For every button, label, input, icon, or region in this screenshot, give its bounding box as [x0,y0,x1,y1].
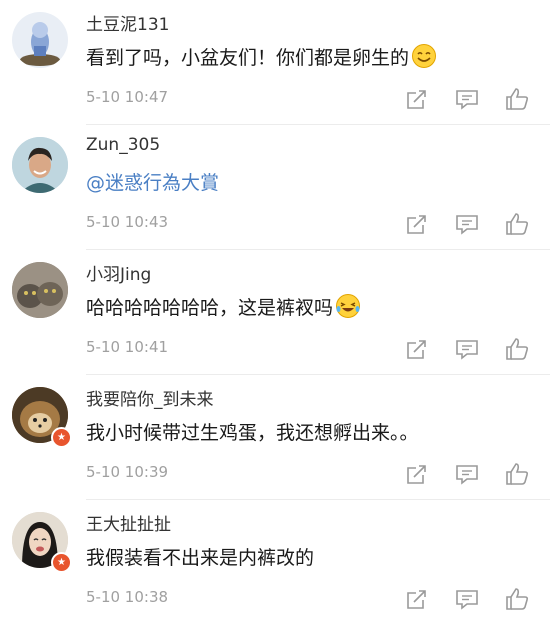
share-icon[interactable] [404,461,430,487]
smile-emoji-icon [411,43,437,74]
comment-text: 哈哈哈哈哈哈哈，这是裤衩吗 [86,293,361,324]
comment-actions [404,461,539,487]
comment-text-body: 哈哈哈哈哈哈哈，这是裤衩吗 [86,297,334,319]
share-icon[interactable] [404,86,430,112]
verified-badge-icon: ★ [51,552,72,573]
thumbs-up-icon[interactable] [504,586,530,612]
comment-actions [404,211,539,237]
comment-item: Zun_305 @迷惑行為大賞 5-10 10:43 [0,125,550,250]
timestamp: 5-10 10:47 [86,88,169,106]
comment-text-body: 看到了吗，小盆友们！你们都是卵生的 [86,47,410,69]
share-icon[interactable] [404,211,430,237]
comment-actions [404,86,539,112]
verified-badge-icon: ★ [51,427,72,448]
avatar[interactable] [12,12,68,68]
comment-actions [404,586,539,612]
share-icon[interactable] [404,586,430,612]
comment-icon[interactable] [454,336,480,362]
comment-text: @迷惑行為大賞 [86,168,219,195]
thumbs-up-icon[interactable] [504,211,530,237]
comment-icon[interactable] [454,211,480,237]
comment-text: 看到了吗，小盆友们！你们都是卵生的 [86,43,437,74]
thumbs-up-icon[interactable] [504,461,530,487]
comment-text: 我假装看不出来是内裤改的 [86,543,314,570]
username[interactable]: 王大扯扯扯 [86,510,171,535]
avatar[interactable] [12,137,68,193]
timestamp: 5-10 10:39 [86,463,169,481]
laughing-tears-emoji-icon [335,293,361,324]
comment-text-body: 我小时候带过生鸡蛋，我还想孵出来。。 [86,422,419,444]
comment-item: ★ 我要陪你_到未来 我小时候带过生鸡蛋，我还想孵出来。。 5-10 10:39 [0,375,550,500]
share-icon[interactable] [404,336,430,362]
comment-text-body: 我假装看不出来是内裤改的 [86,547,315,569]
thumbs-up-icon[interactable] [504,336,530,362]
username[interactable]: 小羽Jing [86,260,151,285]
comment-icon[interactable] [454,86,480,112]
comment-actions [404,336,539,362]
timestamp: 5-10 10:41 [86,338,169,356]
comment-item: ★ 王大扯扯扯 我假装看不出来是内裤改的 5-10 10:38 [0,500,550,627]
username[interactable]: 土豆泥131 [86,10,169,35]
comment-text: 我小时候带过生鸡蛋，我还想孵出来。。 [86,418,419,445]
comment-item: 土豆泥131 看到了吗，小盆友们！你们都是卵生的 5-10 10:47 [0,0,550,125]
comment-icon[interactable] [454,461,480,487]
comment-item: 小羽Jing 哈哈哈哈哈哈哈，这是裤衩吗 5-10 10:41 [0,250,550,375]
username[interactable]: Zun_305 [86,135,160,155]
comment-icon[interactable] [454,586,480,612]
timestamp: 5-10 10:43 [86,213,169,231]
username[interactable]: 我要陪你_到未来 [86,385,214,410]
timestamp: 5-10 10:38 [86,588,169,606]
avatar[interactable] [12,262,68,318]
mention-link[interactable]: @迷惑行為大賞 [86,172,219,194]
thumbs-up-icon[interactable] [504,86,530,112]
